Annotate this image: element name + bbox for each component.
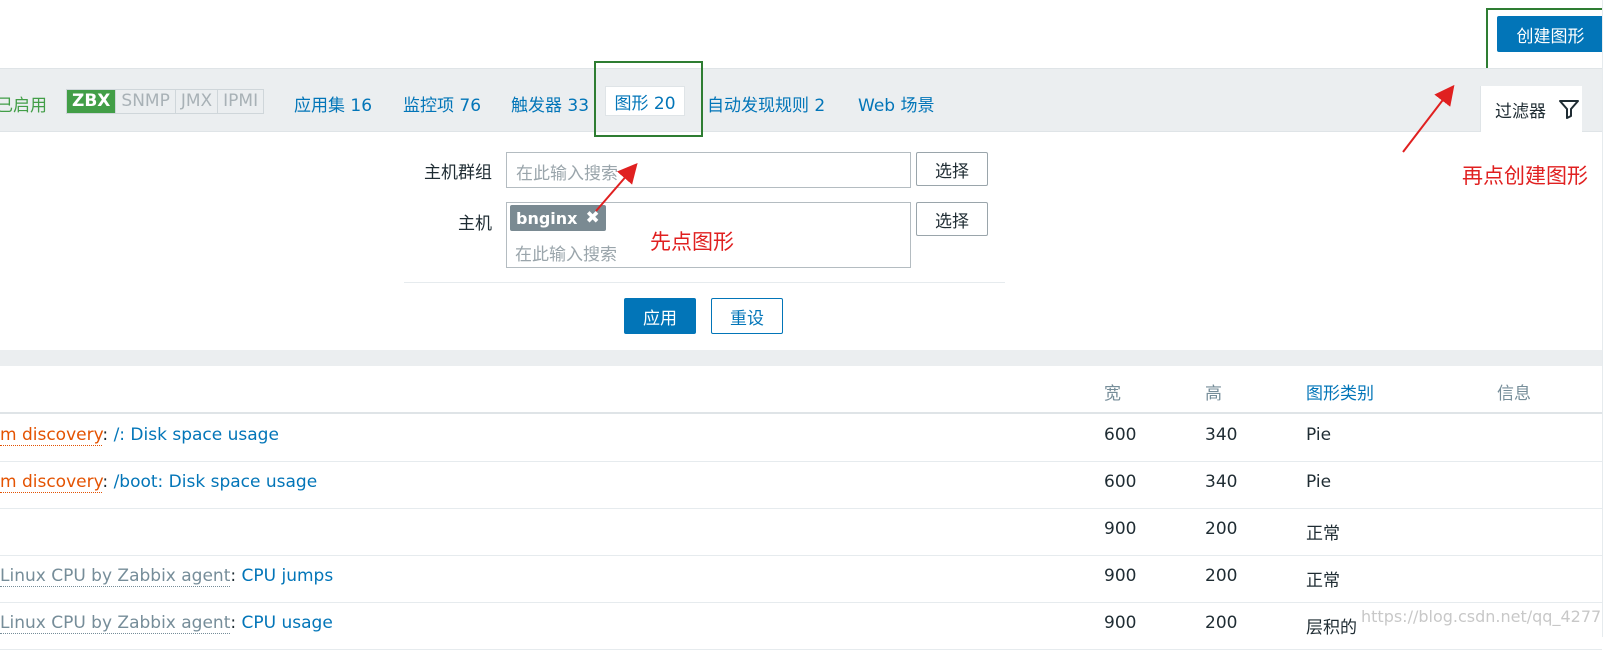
table-row	[0, 508, 1602, 556]
cell-width: 600	[1104, 472, 1137, 492]
cell-height: 200	[1205, 566, 1238, 586]
separator: :	[102, 425, 114, 445]
cell-height: 340	[1205, 425, 1238, 445]
page-edge	[1602, 0, 1619, 637]
arrow-to-graphs	[595, 162, 638, 212]
annotation-second: 再点创建图形	[1462, 164, 1588, 188]
graph-name-cell: m discovery: /boot: Disk space usage	[0, 472, 318, 493]
template-link[interactable]: m discovery	[0, 472, 103, 493]
cell-width: 600	[1104, 425, 1137, 445]
template-link[interactable]: m discovery	[0, 425, 103, 446]
col-height-header: 高	[1205, 384, 1222, 404]
cell-type: 正常	[1306, 524, 1340, 544]
graph-name-link[interactable]: /: Disk space usage	[114, 425, 279, 445]
col-info-header: 信息	[1497, 384, 1531, 404]
template-link[interactable]: Linux CPU by Zabbix agent	[0, 566, 231, 587]
graph-name-link[interactable]: CPU usage	[242, 613, 333, 633]
cell-height: 340	[1205, 472, 1238, 492]
graph-name-cell: Linux CPU by Zabbix agent: CPU usage	[0, 613, 333, 634]
watermark: https://blog.csdn.net/qq_42778369	[1361, 607, 1619, 626]
separator: :	[230, 613, 242, 633]
cell-width: 900	[1104, 519, 1137, 539]
col-type-header[interactable]: 图形类别	[1306, 379, 1374, 404]
cell-type: Pie	[1306, 425, 1332, 445]
graph-name-cell: Linux CPU by Zabbix agent: CPU jumps	[0, 566, 334, 587]
col-width-header: 宽	[1104, 384, 1121, 404]
separator: :	[230, 566, 242, 586]
cell-height: 200	[1205, 519, 1238, 539]
graph-name-cell: m discovery: /: Disk space usage	[0, 425, 279, 446]
separator: :	[102, 472, 114, 492]
cell-type: 正常	[1306, 571, 1340, 591]
graph-name-link[interactable]: CPU jumps	[242, 566, 334, 586]
template-link[interactable]: Linux CPU by Zabbix agent	[0, 613, 231, 634]
cell-width: 900	[1104, 566, 1137, 586]
cell-type: Pie	[1306, 472, 1332, 492]
cell-width: 900	[1104, 613, 1137, 633]
cell-type: 层积的	[1306, 618, 1357, 638]
cell-height: 200	[1205, 613, 1238, 633]
graph-name-link[interactable]: /boot: Disk space usage	[114, 472, 318, 492]
arrow-to-create	[1402, 84, 1455, 153]
annotation-first: 先点图形	[650, 230, 734, 254]
section-gap	[0, 350, 1602, 366]
